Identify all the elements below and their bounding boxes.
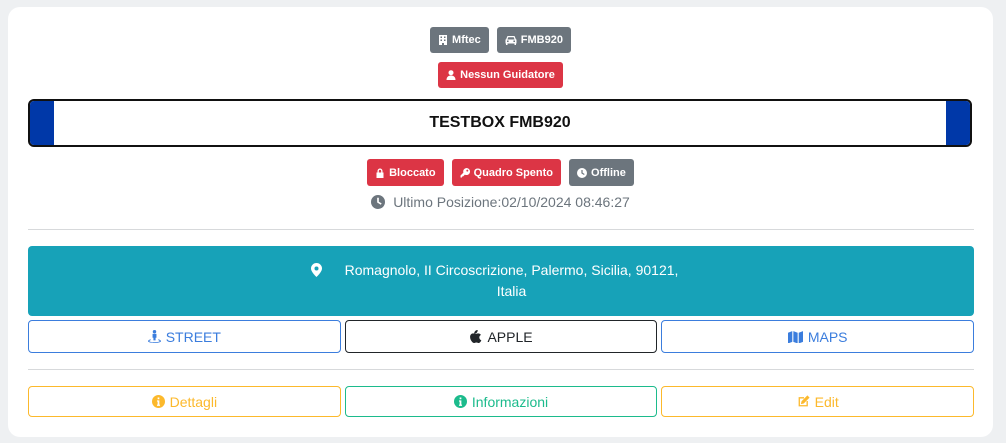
apple-button[interactable]: APPLE bbox=[344, 320, 658, 353]
vehicle-title: TESTBOX FMB920 bbox=[429, 114, 571, 131]
street-label: STREET bbox=[165, 328, 221, 345]
building-icon bbox=[439, 35, 448, 45]
divider bbox=[28, 229, 974, 230]
action-buttons: Dettagli Informazioni Edit bbox=[28, 386, 975, 417]
address-box: Romagnolo, II Circoscrizione, Palermo, S… bbox=[28, 246, 974, 316]
details-button[interactable]: Dettagli bbox=[28, 386, 341, 417]
vehicle-card: Mftec FMB920 Nessun Guidatore TESTBOX FM… bbox=[8, 7, 993, 437]
map-marker-icon bbox=[310, 263, 322, 277]
driver-badge: Nessun Guidatore bbox=[438, 62, 563, 88]
info-button[interactable]: Informazioni bbox=[344, 386, 658, 417]
lock-status-badge: Bloccato bbox=[367, 159, 444, 186]
map-icon bbox=[787, 331, 803, 343]
connection-status-label: Offline bbox=[591, 166, 626, 179]
company-label: Mftec bbox=[452, 34, 481, 46]
lock-icon bbox=[376, 168, 384, 178]
driver-label: Nessun Guidatore bbox=[460, 69, 555, 81]
edit-label: Edit bbox=[814, 393, 839, 410]
vehicle-label: FMB920 bbox=[520, 34, 563, 46]
info-circle-icon bbox=[453, 395, 467, 408]
apple-label: APPLE bbox=[487, 328, 533, 345]
info-label: Informazioni bbox=[471, 393, 549, 410]
license-plate: TESTBOX FMB920 bbox=[28, 99, 972, 147]
ignition-status-badge: Quadro Spento bbox=[451, 159, 562, 186]
connection-status-badge: Offline bbox=[569, 159, 634, 186]
divider bbox=[28, 369, 974, 370]
edit-button[interactable]: Edit bbox=[661, 386, 975, 417]
street-button[interactable]: STREET bbox=[28, 320, 341, 353]
company-badge: Mftec bbox=[430, 27, 489, 53]
street-view-icon bbox=[147, 330, 161, 343]
edit-icon bbox=[798, 395, 810, 407]
user-icon bbox=[446, 70, 456, 80]
clock-icon bbox=[577, 167, 588, 178]
car-icon bbox=[505, 36, 517, 45]
driver-row: Nessun Guidatore bbox=[8, 62, 993, 88]
header-badges: Mftec FMB920 bbox=[8, 27, 993, 53]
address-text: Romagnolo, II Circoscrizione, Palermo, S… bbox=[344, 262, 679, 299]
maps-label: MAPS bbox=[807, 328, 848, 345]
details-label: Dettagli bbox=[169, 393, 218, 410]
status-badges: Bloccato Quadro Spento Offline bbox=[8, 159, 993, 186]
clock-icon bbox=[371, 195, 386, 209]
lock-status-label: Bloccato bbox=[389, 166, 436, 179]
key-icon bbox=[460, 167, 470, 177]
last-position-label: Ultimo Posizione:02/10/2024 08:46:27 bbox=[393, 194, 630, 210]
map-buttons: STREET APPLE MAPS bbox=[28, 320, 975, 353]
plate-band-right bbox=[946, 101, 970, 145]
info-circle-icon bbox=[151, 395, 165, 408]
maps-button[interactable]: MAPS bbox=[661, 320, 975, 353]
last-position: Ultimo Posizione:02/10/2024 08:46:27 bbox=[8, 194, 993, 210]
vehicle-badge: FMB920 bbox=[496, 27, 571, 53]
ignition-status-label: Quadro Spento bbox=[473, 166, 554, 179]
apple-icon bbox=[470, 330, 482, 343]
